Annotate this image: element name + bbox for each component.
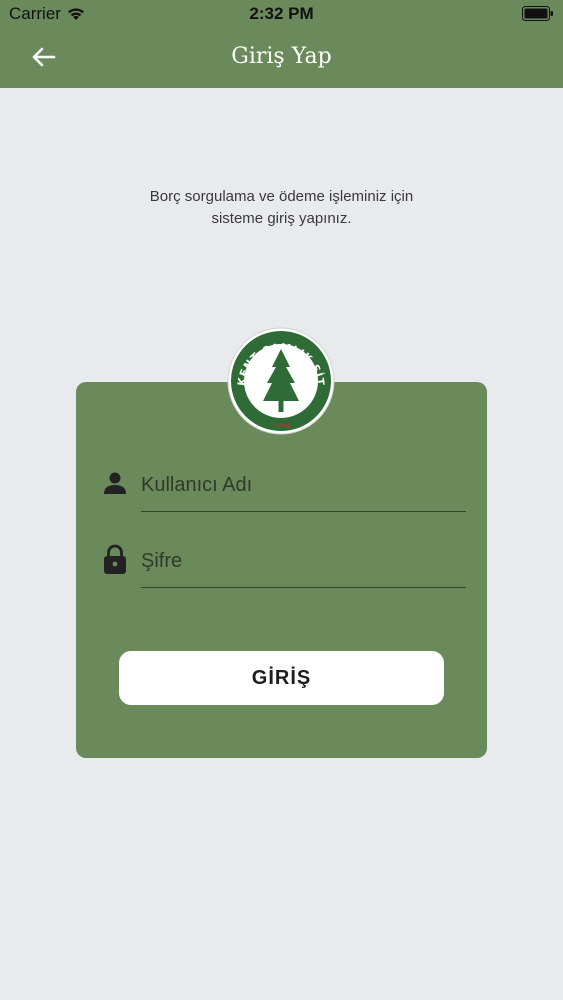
username-field[interactable]: Kullanıcı Adı [76,462,487,522]
lock-icon [104,544,126,574]
password-input[interactable]: Şifre [141,550,182,573]
status-bar: Carrier 2:32 PM [0,0,563,28]
login-button[interactable]: GİRİŞ [119,651,444,705]
password-field[interactable]: Şifre [76,538,487,598]
username-underline [141,511,466,512]
user-icon [104,472,126,494]
status-time: 2:32 PM [249,4,314,23]
battery-icon [522,6,553,21]
login-card: Kullanıcı Adı Şifre GİRİŞ [76,382,487,758]
page-title: Giriş Yap [231,44,332,69]
intro-text: Borç sorgulama ve ödeme işleminiz için s… [0,186,563,230]
password-underline [141,587,466,588]
logo-year: 1994 [271,422,291,430]
intro-line-2: sisteme giriş yapınız. [211,210,352,227]
bilkent-camlik-logo: BİLKENT ÇAMLIK SİTESİ 1994 [227,327,335,435]
username-input[interactable]: Kullanıcı Adı [141,474,252,497]
intro-line-1: Borç sorgulama ve ödeme işleminiz için [149,188,414,205]
nav-bar: Giriş Yap [0,28,563,88]
